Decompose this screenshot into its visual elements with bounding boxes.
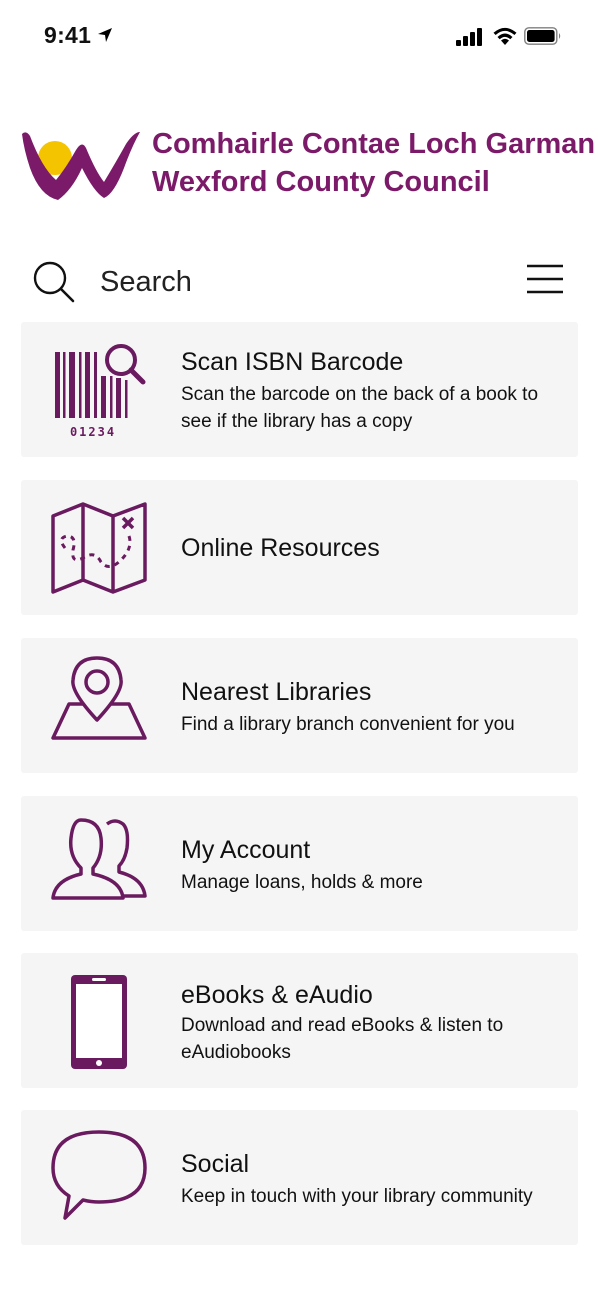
menu-item-title: Social xyxy=(181,1150,250,1178)
menu-item-ebooks-eaudio[interactable]: eBooks & eAudio Download and read eBooks… xyxy=(21,953,578,1088)
menu-item-title: Online Resources xyxy=(181,534,380,562)
search-bar xyxy=(0,254,598,314)
menu-item-subtitle: Find a library branch convenient for you xyxy=(181,714,515,735)
users-icon xyxy=(51,818,147,900)
barcode-scan-icon: 01234 xyxy=(55,344,146,439)
menu-item-title: Nearest Libraries xyxy=(181,678,372,706)
phone-icon xyxy=(71,975,127,1069)
menu-item-title: eBooks & eAudio xyxy=(181,981,373,1009)
menu-item-title: Scan ISBN Barcode xyxy=(181,348,404,376)
org-name-irish: Comhairle Contae Loch Garman xyxy=(152,128,596,160)
signal-icon xyxy=(456,28,482,46)
status-bar: 9:41 xyxy=(0,0,598,74)
menu-item-subtitle: Download and read eBooks & listen to eAu… xyxy=(181,1015,504,1063)
wexford-council-logo xyxy=(22,132,140,200)
org-name-english: Wexford County Council xyxy=(152,166,490,198)
menu-item-scan-isbn[interactable]: 01234 Scan ISBN Barcode Scan the barcode… xyxy=(21,322,578,457)
status-time: 9:41 xyxy=(44,22,92,48)
menu-item-subtitle: Scan the barcode on the back of a book t… xyxy=(181,384,539,432)
menu-item-online-resources[interactable]: Online Resources xyxy=(21,480,578,615)
menu-item-subtitle: Manage loans, holds & more xyxy=(181,872,423,893)
wifi-icon xyxy=(493,27,517,45)
battery-icon xyxy=(524,27,561,45)
menu-item-title: My Account xyxy=(181,836,311,864)
map-icon xyxy=(51,502,147,594)
app-header: Comhairle Contae Loch Garman Wexford Cou… xyxy=(0,120,598,210)
location-pin-icon xyxy=(51,656,147,740)
hamburger-menu-icon[interactable] xyxy=(526,264,564,294)
menu-item-social[interactable]: Social Keep in touch with your library c… xyxy=(21,1110,578,1245)
menu-item-nearest-libraries[interactable]: Nearest Libraries Find a library branch … xyxy=(21,638,578,773)
search-icon[interactable] xyxy=(32,260,76,304)
location-arrow-icon xyxy=(98,28,112,42)
menu-item-my-account[interactable]: My Account Manage loans, holds & more xyxy=(21,796,578,931)
speech-bubble-icon xyxy=(51,1130,147,1220)
search-input[interactable] xyxy=(100,262,480,302)
menu-item-subtitle: Keep in touch with your library communit… xyxy=(181,1186,533,1207)
barcode-digits: 01234 xyxy=(70,425,116,439)
